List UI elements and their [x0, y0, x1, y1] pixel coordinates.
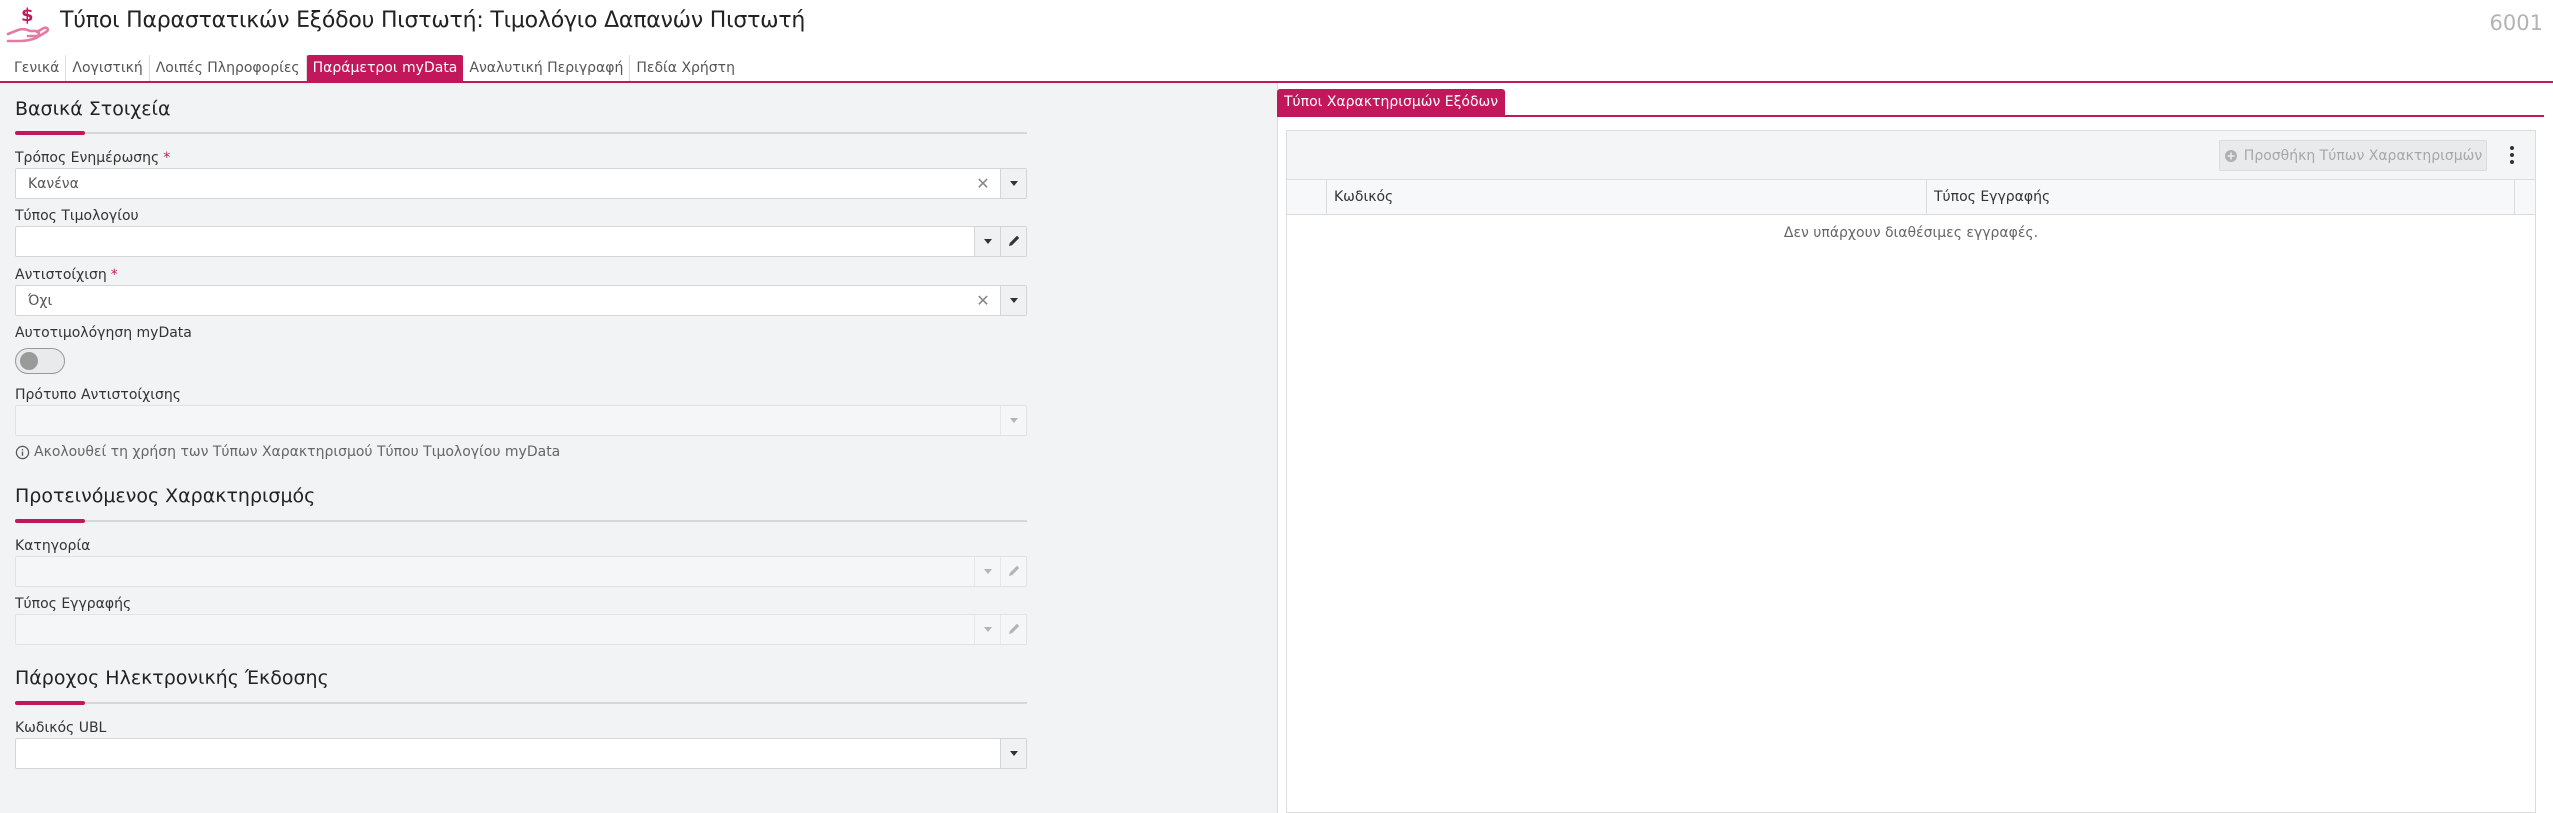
auto-invoicing-toggle[interactable]: [15, 348, 65, 374]
row-selector-column[interactable]: [1287, 180, 1327, 214]
mapping-select[interactable]: Όχι ✕: [15, 285, 1027, 316]
required-marker: *: [110, 267, 118, 283]
record-id: 6001: [2489, 11, 2543, 35]
form-panel: Βασικά Στοιχεία Τρόπος Ενημέρωσης * Κανέν…: [0, 83, 1278, 813]
add-characterization-types-button[interactable]: Προσθήκη Τύπων Χαρακτηρισμών: [2219, 140, 2487, 171]
ubl-code-label: Κωδικός UBL: [15, 720, 107, 736]
section-title-provider: Πάροχος Ηλεκτρονικής Έκδοσης: [15, 667, 329, 689]
mapping-label: Αντιστοίχιση *: [15, 267, 118, 283]
clear-icon[interactable]: ✕: [974, 174, 992, 194]
edit-pencil-icon[interactable]: [1000, 615, 1026, 644]
clear-icon[interactable]: ✕: [974, 291, 992, 311]
section-divider: [15, 519, 1027, 523]
edit-pencil-icon[interactable]: [1000, 557, 1026, 586]
category-select[interactable]: [15, 556, 1027, 587]
section-title-basic: Βασικά Στοιχεία: [15, 98, 171, 120]
chevron-down-icon[interactable]: [1000, 739, 1026, 768]
svg-text:$: $: [21, 5, 34, 26]
auto-invoicing-label: Αυτοτιμολόγηση myData: [15, 325, 192, 341]
column-header-code[interactable]: Κωδικός: [1327, 180, 1927, 214]
plus-circle-icon: [2224, 149, 2237, 162]
grid-header: Κωδικός Τύπος Εγγραφής: [1287, 180, 2535, 215]
required-marker: *: [163, 150, 171, 166]
category-label: Κατηγορία: [15, 538, 91, 554]
tab-mydata-parameters[interactable]: Παράμετροι myData: [306, 55, 464, 81]
tab-user-fields[interactable]: Πεδία Χρήστη: [630, 55, 741, 81]
update-mode-value: Κανένα: [28, 176, 79, 192]
info-icon: [15, 445, 30, 459]
chevron-down-icon[interactable]: [1000, 286, 1026, 315]
update-mode-label: Τρόπος Ενημέρωσης *: [15, 150, 171, 166]
tab-bar: Γενικά Λογιστική Λοιπές Πληροφορίες Παρά…: [8, 55, 741, 81]
more-options-icon[interactable]: [2500, 143, 2524, 169]
tab-underline: [1277, 115, 2544, 117]
chevron-down-icon[interactable]: [1000, 406, 1026, 435]
chevron-down-icon[interactable]: [974, 615, 1000, 644]
page-header: $ Τύποι Παραστατικών Εξόδου Πιστωτή: Τιμ…: [0, 0, 2553, 52]
tab-detailed-description[interactable]: Αναλυτική Περιγραφή: [463, 55, 631, 81]
mapping-template-label: Πρότυπο Αντιστοίχισης: [15, 387, 181, 403]
chevron-down-icon[interactable]: [974, 557, 1000, 586]
page-title: Τύποι Παραστατικών Εξόδου Πιστωτή: Τιμολ…: [60, 8, 806, 33]
toggle-knob: [20, 352, 38, 370]
empty-message: Δεν υπάρχουν διαθέσιμες εγγραφές.: [1783, 225, 2039, 241]
chevron-down-icon[interactable]: [1000, 169, 1026, 198]
ubl-code-select[interactable]: [15, 738, 1027, 769]
mapping-value: Όχι: [28, 293, 53, 309]
column-header-record-type[interactable]: Τύπος Εγγραφής: [1927, 180, 2515, 214]
record-type-select[interactable]: [15, 614, 1027, 645]
tab-expense-characterization-types[interactable]: Τύποι Χαρακτηρισμών Εξόδων: [1277, 89, 1506, 115]
edit-pencil-icon[interactable]: [1000, 227, 1026, 256]
tab-accounting[interactable]: Λογιστική: [66, 55, 150, 81]
info-note: Ακολουθεί τη χρήση των Τύπων Χαρακτηρισμ…: [15, 444, 560, 460]
characterization-grid: Προσθήκη Τύπων Χαρακτηρισμών Κωδικός Τύπ…: [1286, 130, 2536, 813]
invoice-type-select[interactable]: [15, 226, 1027, 257]
mapping-template-select[interactable]: [15, 405, 1027, 436]
grid-toolbar: Προσθήκη Τύπων Χαρακτηρισμών: [1287, 131, 2535, 180]
hand-dollar-icon: $: [6, 5, 50, 43]
update-mode-select[interactable]: Κανένα ✕: [15, 168, 1027, 199]
section-divider: [15, 701, 1027, 705]
section-title-suggested: Προτεινόμενος Χαρακτηρισμός: [15, 485, 316, 507]
record-type-label: Τύπος Εγγραφής: [15, 596, 132, 612]
invoice-type-label: Τύπος Τιμολογίου: [15, 208, 139, 224]
chevron-down-icon[interactable]: [974, 227, 1000, 256]
tab-other-info[interactable]: Λοιπές Πληροφορίες: [150, 55, 307, 81]
section-divider: [15, 131, 1027, 135]
tab-general[interactable]: Γενικά: [8, 55, 67, 81]
